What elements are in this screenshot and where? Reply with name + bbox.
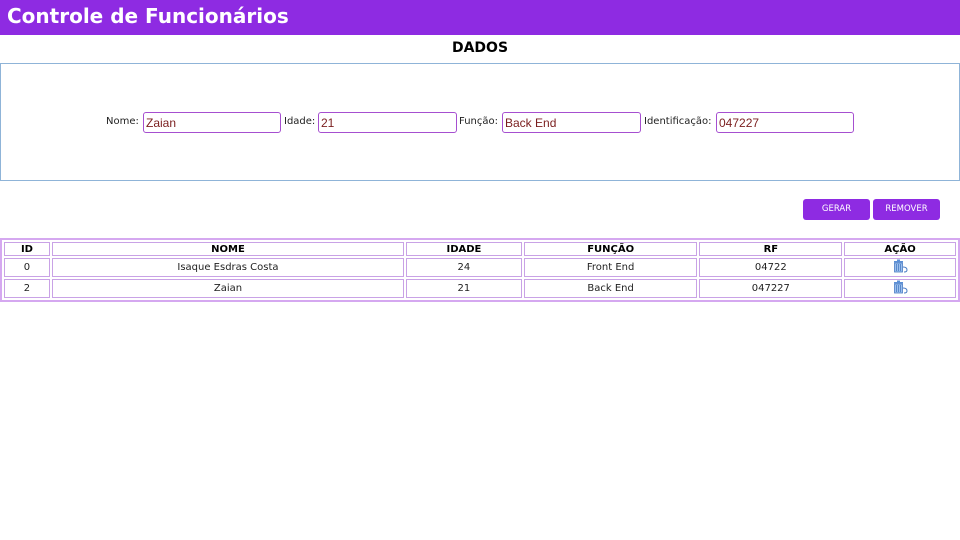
table-row: 2 Zaian 21 Back End 047227	[4, 279, 956, 298]
cell-idade: 24	[406, 258, 522, 277]
nome-input[interactable]	[143, 112, 281, 133]
cell-acao	[844, 258, 956, 277]
cell-funcao: Back End	[523, 279, 698, 298]
section-title: DADOS	[451, 40, 509, 56]
cell-funcao: Front End	[523, 258, 698, 277]
col-header-funcao: FUNÇÃO	[523, 242, 698, 256]
idade-label: Idade:	[284, 116, 316, 127]
nome-label: Nome:	[106, 116, 139, 127]
identificacao-label: Identificação:	[644, 116, 712, 127]
cell-acao	[844, 279, 956, 298]
trash-icon[interactable]	[892, 280, 908, 297]
table-row: 0 Isaque Esdras Costa 24 Front End 04722	[4, 258, 956, 277]
app-header: Controle de Funcionários	[0, 0, 960, 35]
cell-idade: 21	[406, 279, 522, 298]
trash-icon[interactable]	[892, 259, 908, 276]
col-header-idade: IDADE	[406, 242, 522, 256]
cell-nome: Isaque Esdras Costa	[51, 258, 405, 277]
col-header-nome: NOME	[51, 242, 405, 256]
funcao-input[interactable]	[502, 112, 641, 133]
app-title: Controle de Funcionários	[7, 4, 289, 28]
cell-rf: 04722	[699, 258, 843, 277]
col-header-id: ID	[4, 242, 50, 256]
cell-rf: 047227	[699, 279, 843, 298]
remover-button[interactable]: REMOVER	[873, 199, 940, 220]
funcao-label: Função:	[459, 116, 498, 127]
cell-nome: Zaian	[51, 279, 405, 298]
gerar-button[interactable]: GERAR	[803, 199, 870, 220]
identificacao-input[interactable]	[716, 112, 854, 133]
table-header-row: ID NOME IDADE FUNÇÃO RF AÇÃO	[4, 242, 956, 256]
col-header-acao: AÇÃO	[844, 242, 956, 256]
cell-id: 0	[4, 258, 50, 277]
col-header-rf: RF	[699, 242, 843, 256]
cell-id: 2	[4, 279, 50, 298]
employees-table: ID NOME IDADE FUNÇÃO RF AÇÃO 0 Isaque Es…	[0, 238, 960, 302]
idade-input[interactable]	[318, 112, 457, 133]
